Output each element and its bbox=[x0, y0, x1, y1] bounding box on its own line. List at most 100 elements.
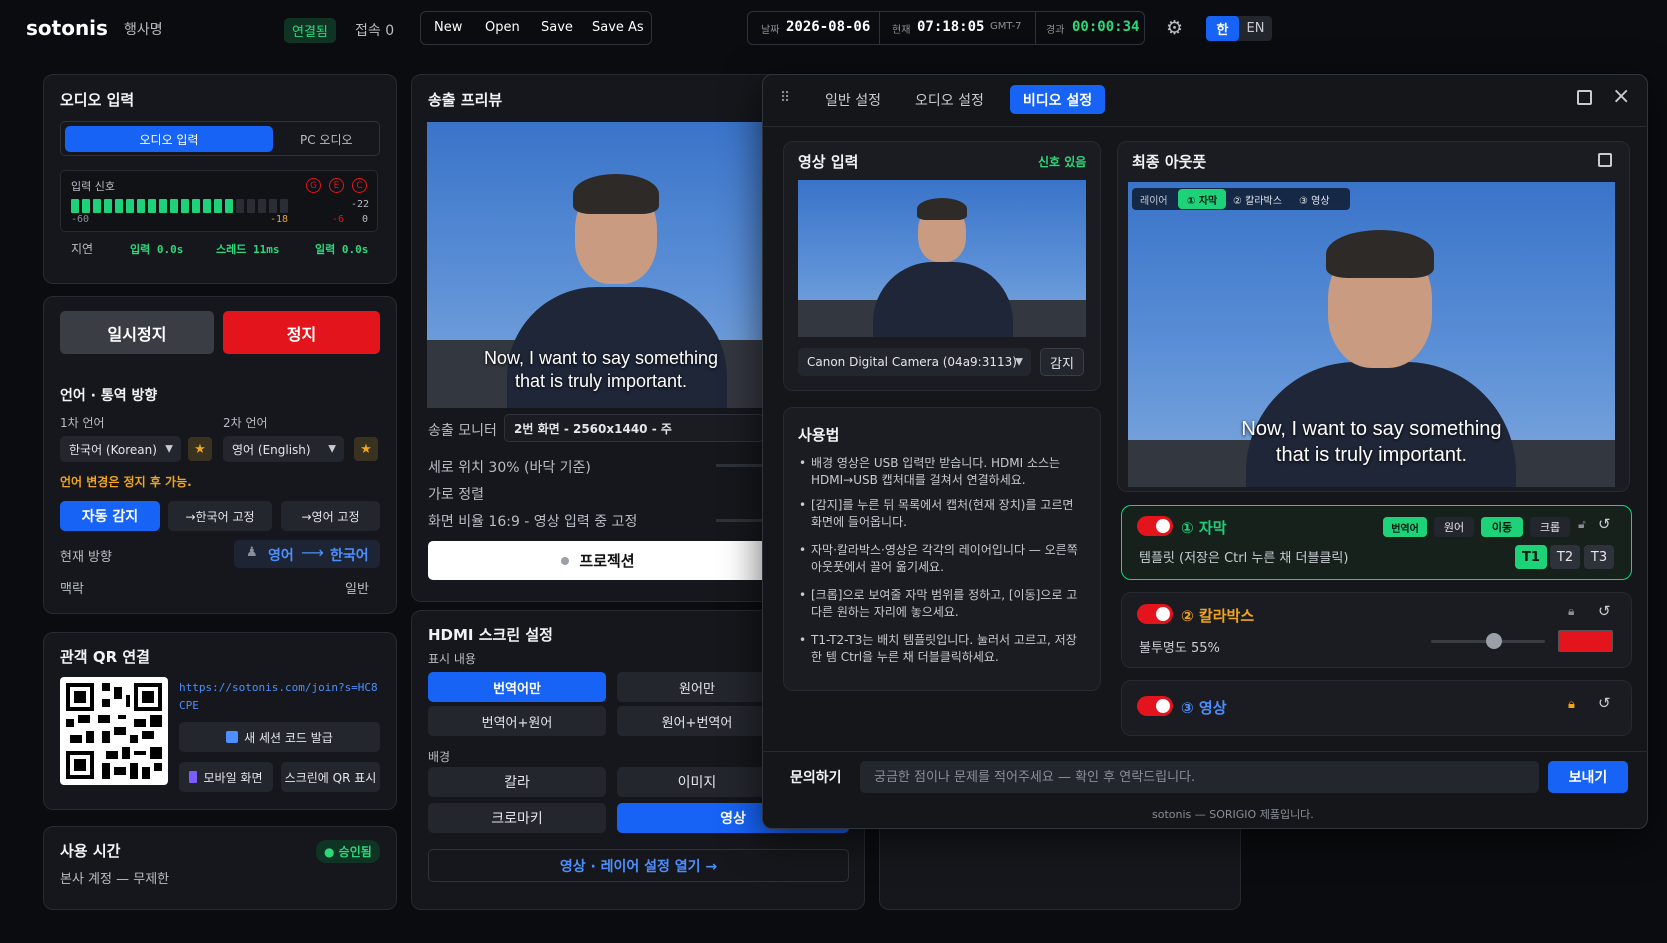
content-original-only[interactable]: 원어만 bbox=[617, 672, 777, 702]
context-label: 맥락 bbox=[60, 582, 84, 597]
preview-subtitle-line1: Now, I want to say something bbox=[483, 348, 719, 368]
template-t3[interactable]: T3 bbox=[1584, 545, 1614, 569]
usage-text: 본사 계정 — 무제한 bbox=[60, 872, 170, 887]
lang-en-button[interactable]: EN bbox=[1239, 16, 1272, 41]
contact-input[interactable] bbox=[860, 761, 1539, 793]
camera-select[interactable]: Canon Digital Camera (04a9:3113) ▼ bbox=[798, 348, 1031, 376]
layer-colorbox-toggle[interactable] bbox=[1137, 604, 1173, 624]
show-qr-button[interactable]: 스크린에 QR 표시 bbox=[281, 762, 380, 792]
monitor-select[interactable]: 2번 화면 - 2560x1440 - 주 bbox=[504, 414, 764, 442]
output-fullscreen-icon[interactable] bbox=[1598, 153, 1612, 167]
bg-image-button[interactable]: 이미지 bbox=[617, 767, 777, 797]
elapsed-value: 00:00:34 bbox=[1072, 19, 1140, 35]
opacity-label: 불투명도 55% bbox=[1139, 641, 1220, 656]
drag-handle-icon[interactable]: ⠿ bbox=[780, 90, 790, 106]
send-button[interactable]: 보내기 bbox=[1548, 761, 1628, 793]
mobile-view-button[interactable]: 모바일 화면 bbox=[179, 762, 273, 792]
tab-general[interactable]: 일반 설정 bbox=[825, 90, 881, 110]
layer-chip-colorbox[interactable]: ② 칼라박스 bbox=[1233, 192, 1282, 207]
scale-18: -18 bbox=[270, 214, 289, 225]
lang-ko-button[interactable]: 한 bbox=[1206, 16, 1239, 41]
modal-tab-divider bbox=[762, 126, 1648, 127]
dot-icon bbox=[561, 556, 570, 565]
layer-colorbox-card bbox=[1121, 592, 1632, 668]
close-icon[interactable]: × bbox=[1612, 84, 1630, 109]
meter-segment bbox=[280, 199, 288, 213]
layer-chip-subtitle[interactable]: ① 자막 bbox=[1178, 189, 1226, 209]
bg-color-button[interactable]: 칼라 bbox=[428, 767, 606, 797]
monitor-value: 2번 화면 - 2560x1440 - 주 bbox=[514, 421, 672, 436]
content-translation-original[interactable]: 번역어+원어 bbox=[428, 706, 606, 736]
badge-c-icon: C bbox=[352, 178, 367, 193]
star-icon[interactable]: ★ bbox=[354, 437, 378, 461]
meter-segment bbox=[104, 199, 112, 213]
context-value[interactable]: 일반 bbox=[345, 578, 369, 597]
reset-icon[interactable]: ↺ bbox=[1598, 694, 1611, 712]
join-url[interactable]: https://sotonis.com/join?s=HC8CPE bbox=[179, 679, 379, 715]
new-session-code-button[interactable]: 새 세션 코드 발급 bbox=[179, 722, 380, 752]
chevron-down-icon: ▼ bbox=[165, 443, 173, 455]
template-t2[interactable]: T2 bbox=[1550, 545, 1580, 569]
open-button[interactable]: Open bbox=[485, 20, 520, 35]
fix-korean-button[interactable]: →한국어 고정 bbox=[168, 501, 272, 531]
output-subtitle-line2: that is truly important. bbox=[1275, 444, 1468, 466]
lang1-select[interactable]: 한국어 (Korean) ▼ bbox=[60, 436, 181, 462]
open-layer-settings-link[interactable]: 영상 · 레이어 설정 열기 → bbox=[428, 849, 849, 882]
chip-translation[interactable]: 번역어 bbox=[1383, 517, 1427, 537]
lang2-value: 영어 (English) bbox=[232, 442, 311, 457]
layer-subtitle-name: ① 자막 bbox=[1181, 519, 1227, 537]
approved-badge: ● 승인됨 bbox=[316, 840, 380, 863]
latency-thread: 스레드 11ms bbox=[216, 243, 280, 256]
badge-g-icon: G bbox=[306, 178, 321, 193]
detect-button[interactable]: 감지 bbox=[1040, 348, 1084, 376]
color-swatch[interactable] bbox=[1558, 630, 1613, 652]
usage-bullet: T1-T2-T3는 배치 템플릿입니다. 눌러서 고르고, 저장한 템 Ctrl… bbox=[799, 632, 1085, 666]
lang1-value: 한국어 (Korean) bbox=[69, 442, 157, 457]
star-icon[interactable]: ★ bbox=[188, 437, 212, 461]
pause-button[interactable]: 일시정지 bbox=[60, 311, 214, 354]
chip-original[interactable]: 원어 bbox=[1434, 517, 1474, 537]
clock-divider bbox=[1035, 12, 1036, 44]
template-label: 템플릿 (저장은 Ctrl 누른 채 더블클릭) bbox=[1139, 551, 1349, 566]
tab-video[interactable]: 비디오 설정 bbox=[1010, 85, 1105, 114]
chip-crop[interactable]: 크롭 bbox=[1530, 517, 1570, 537]
tab-audio[interactable]: 오디오 설정 bbox=[915, 90, 984, 110]
save-button[interactable]: Save bbox=[541, 20, 573, 35]
reset-icon[interactable]: ↺ bbox=[1598, 515, 1611, 533]
bg-chroma-button[interactable]: 크로마키 bbox=[428, 803, 606, 833]
lang2-select[interactable]: 영어 (English) ▼ bbox=[223, 436, 344, 462]
new-button[interactable]: New bbox=[434, 20, 462, 35]
listener-count: 접속 0 bbox=[355, 23, 395, 39]
reset-icon[interactable]: ↺ bbox=[1598, 602, 1611, 620]
opacity-slider-handle[interactable] bbox=[1485, 633, 1502, 649]
projection-label: 프로젝션 bbox=[579, 552, 635, 570]
settings-gear-icon[interactable]: ⚙ bbox=[1166, 17, 1183, 39]
layer-colorbox-name: ② 칼라박스 bbox=[1181, 607, 1255, 625]
layer-chip-video[interactable]: ③ 영상 bbox=[1299, 192, 1330, 207]
save-as-button[interactable]: Save As bbox=[592, 20, 644, 35]
layer-subtitle-toggle[interactable] bbox=[1137, 516, 1173, 536]
chevron-down-icon: ▼ bbox=[1015, 356, 1023, 368]
projection-button[interactable]: 프로젝션 bbox=[428, 541, 768, 580]
auto-detect-button[interactable]: 자동 감지 bbox=[60, 501, 160, 531]
content-translation-only[interactable]: 번역어만 bbox=[428, 672, 606, 702]
fix-english-button[interactable]: →영어 고정 bbox=[281, 501, 380, 531]
template-t1[interactable]: T1 bbox=[1515, 545, 1547, 569]
vertical-slider[interactable] bbox=[716, 464, 764, 467]
tab-audio-input[interactable]: 오디오 입력 bbox=[65, 126, 273, 152]
camera-value: Canon Digital Camera (04a9:3113) bbox=[807, 355, 1017, 369]
lock-icon[interactable]: 🔒︎ bbox=[1568, 697, 1575, 712]
lock-icon[interactable]: 🔒︎ bbox=[1568, 604, 1574, 619]
fullscreen-icon[interactable] bbox=[1577, 90, 1592, 105]
stop-button[interactable]: 정지 bbox=[223, 311, 380, 354]
tab-pc-audio[interactable]: PC 오디오 bbox=[300, 131, 353, 148]
content-original-translation[interactable]: 원어+번역어 bbox=[617, 706, 777, 736]
chip-move[interactable]: 이동 bbox=[1481, 517, 1523, 537]
usage-guide-title: 사용법 bbox=[798, 426, 840, 444]
layer-label: 레이어 bbox=[1140, 196, 1168, 207]
ratio-slider[interactable] bbox=[716, 519, 764, 522]
peak-value: -22 bbox=[351, 199, 370, 210]
layer-video-toggle[interactable] bbox=[1137, 696, 1173, 716]
event-name[interactable]: 행사명 bbox=[124, 19, 163, 39]
unlock-icon[interactable]: 🔓︎ bbox=[1578, 517, 1586, 532]
